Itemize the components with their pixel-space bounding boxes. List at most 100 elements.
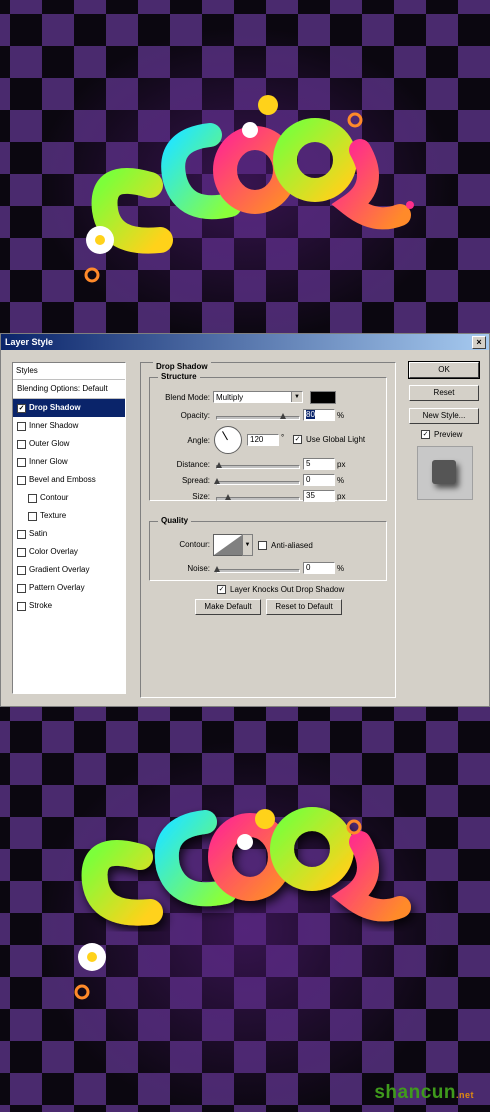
style-item-outer-glow[interactable]: Outer Glow (13, 435, 125, 453)
preview-swatch (432, 460, 456, 484)
style-item-texture[interactable]: Texture (13, 507, 125, 525)
style-preview (417, 446, 473, 500)
opacity-label: Opacity: (180, 411, 210, 420)
chevron-down-icon[interactable]: ▼ (242, 534, 253, 556)
style-item-pattern-overlay[interactable]: Pattern Overlay (13, 579, 125, 597)
style-item-inner-glow[interactable]: Inner Glow (13, 453, 125, 471)
reset-to-default-button[interactable]: Reset to Default (266, 599, 342, 615)
watermark-suffix: .net (455, 1090, 474, 1100)
knockout-label: Layer Knocks Out Drop Shadow (230, 585, 345, 594)
angle-input[interactable]: 120 (247, 434, 279, 446)
preview-label: Preview (434, 430, 463, 439)
contour-curve-icon (214, 535, 242, 555)
noise-unit: % (337, 564, 345, 573)
style-item-label: Pattern Overlay (29, 583, 85, 592)
antialiased-label: Anti-aliased (271, 541, 313, 550)
spread-value: 0 (306, 475, 311, 484)
styles-header[interactable]: Styles (13, 363, 125, 380)
noise-input[interactable]: 0 (303, 562, 335, 574)
cool-text-art-shadowed (74, 807, 411, 1000)
noise-slider[interactable] (214, 566, 300, 573)
distance-slider-thumb[interactable] (215, 462, 222, 468)
preview-checkbox[interactable] (421, 430, 430, 439)
style-item-checkbox[interactable] (17, 421, 26, 431)
drop-shadow-panel: Drop Shadow Structure Blend Mode: Multip… (140, 362, 396, 698)
angle-label: Angle: (187, 436, 210, 445)
global-light-checkbox[interactable] (293, 435, 302, 444)
opacity-slider[interactable] (216, 413, 300, 420)
distance-input[interactable]: 5 (303, 458, 335, 470)
antialiased-checkbox[interactable] (258, 541, 267, 550)
artwork-before (0, 0, 490, 333)
quality-title: Quality (158, 516, 192, 525)
spread-unit: % (337, 476, 345, 485)
style-item-label: Contour (40, 493, 69, 502)
opacity-value: 80 (306, 410, 315, 419)
global-light-label: Use Global Light (306, 435, 366, 444)
spread-input[interactable]: 0 (303, 474, 335, 486)
style-item-satin[interactable]: Satin (13, 525, 125, 543)
watermark-logo: shancun.net (374, 1082, 474, 1104)
style-item-checkbox[interactable] (17, 457, 26, 467)
style-item-checkbox[interactable] (17, 475, 26, 485)
size-input[interactable]: 35 (303, 490, 335, 502)
style-item-checkbox[interactable] (17, 565, 26, 575)
angle-unit: ° (281, 433, 285, 442)
style-item-checkbox[interactable] (17, 583, 26, 593)
cool-text-art (84, 95, 414, 283)
dialog-title: Layer Style (5, 337, 54, 347)
reset-button[interactable]: Reset (409, 385, 479, 401)
make-default-button[interactable]: Make Default (195, 599, 261, 615)
noise-value: 0 (306, 563, 311, 572)
global-light-row[interactable]: Use Global Light (293, 435, 365, 444)
size-slider-thumb[interactable] (225, 494, 232, 500)
shadow-color-swatch[interactable] (310, 391, 336, 404)
style-item-stroke[interactable]: Stroke (13, 597, 125, 615)
antialiased-row[interactable]: Anti-aliased (258, 541, 313, 550)
style-item-checkbox[interactable] (17, 547, 26, 557)
blend-mode-select[interactable]: Multiply ▼ (213, 391, 303, 403)
style-item-checkbox[interactable] (17, 403, 26, 413)
style-item-drop-shadow[interactable]: Drop Shadow (13, 399, 125, 417)
style-item-checkbox[interactable] (17, 529, 26, 539)
dialog-titlebar[interactable]: Layer Style × (1, 334, 489, 350)
distance-slider[interactable] (215, 462, 300, 469)
opacity-unit: % (337, 411, 345, 420)
artwork-after: shancun.net (0, 707, 490, 1112)
new-style-button[interactable]: New Style... (409, 408, 479, 424)
style-item-checkbox[interactable] (17, 601, 26, 611)
knockout-row[interactable]: Layer Knocks Out Drop Shadow (217, 585, 344, 594)
layer-style-dialog: Layer Style × Styles Blending Options: D… (0, 333, 490, 707)
knockout-checkbox[interactable] (217, 585, 226, 594)
style-item-checkbox[interactable] (17, 439, 26, 449)
spread-slider-thumb[interactable] (214, 478, 220, 484)
style-item-gradient-overlay[interactable]: Gradient Overlay (13, 561, 125, 579)
style-item-checkbox[interactable] (28, 493, 37, 503)
style-item-label: Bevel and Emboss (29, 475, 96, 484)
spread-label: Spread: (181, 476, 210, 485)
close-icon: × (476, 337, 482, 347)
style-item-label: Outer Glow (29, 439, 70, 448)
style-item-blending-options-default[interactable]: Blending Options: Default (13, 380, 125, 399)
opacity-input[interactable]: 80 (303, 409, 335, 421)
style-item-contour[interactable]: Contour (13, 489, 125, 507)
style-item-color-overlay[interactable]: Color Overlay (13, 543, 125, 561)
preview-row[interactable]: Preview (421, 430, 462, 439)
spread-slider[interactable] (214, 478, 300, 485)
structure-group: Structure Blend Mode: Multiply ▼ Opacity… (149, 372, 387, 502)
style-item-bevel-and-emboss[interactable]: Bevel and Emboss (13, 471, 125, 489)
angle-dial[interactable] (214, 426, 242, 454)
close-button[interactable]: × (472, 336, 486, 349)
contour-picker[interactable] (213, 534, 243, 556)
distance-unit: px (337, 460, 346, 469)
contour-label: Contour: (179, 540, 210, 549)
noise-slider-thumb[interactable] (214, 566, 220, 572)
style-item-label: Stroke (29, 601, 53, 610)
style-item-inner-shadow[interactable]: Inner Shadow (13, 417, 125, 435)
ok-button[interactable]: OK (408, 361, 480, 379)
size-slider[interactable] (216, 494, 300, 501)
opacity-slider-thumb[interactable] (279, 413, 286, 419)
distance-label: Distance: (176, 460, 210, 469)
style-item-checkbox[interactable] (28, 511, 37, 521)
blend-mode-value: Multiply (216, 393, 244, 402)
